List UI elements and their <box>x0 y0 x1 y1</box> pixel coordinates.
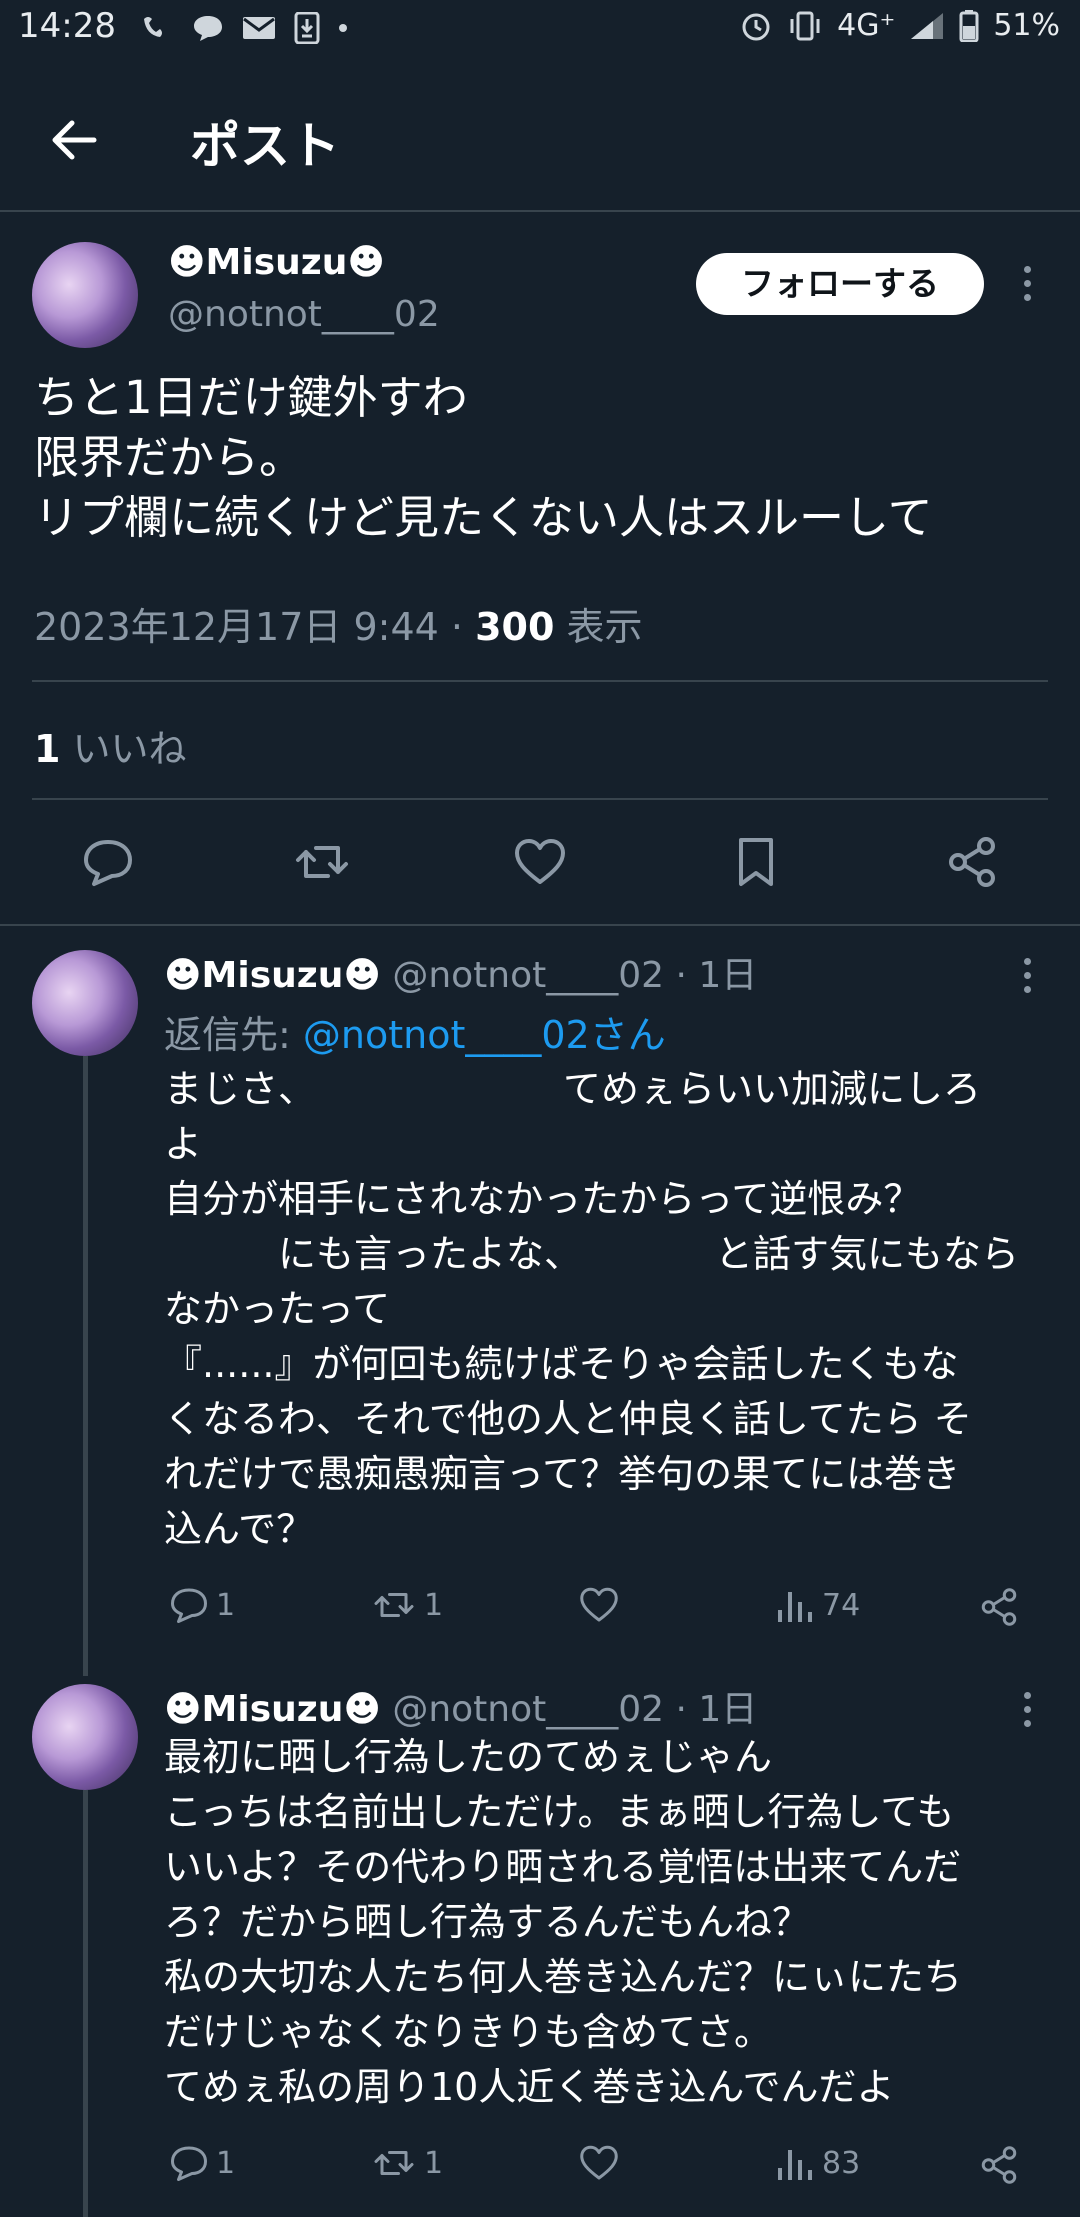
reply-count: 1 <box>216 2145 236 2181</box>
reply-line: くなるわ、それで他の人と仲良く話してたら そ <box>164 1397 972 1441</box>
share-icon[interactable] <box>978 1586 1020 1628</box>
like-button[interactable] <box>578 1584 620 1626</box>
reply-line: まじさ、 てめぇらいい加減にしろ <box>164 1067 982 1111</box>
retweet-button[interactable]: 1 <box>370 2142 443 2184</box>
author-name[interactable]: ☻Misuzu☻ <box>164 1689 381 1730</box>
view-count: 74 <box>822 1587 861 1623</box>
battery-icon <box>959 9 979 42</box>
divider <box>32 680 1048 682</box>
notification-icons <box>140 12 348 44</box>
retweet-icon[interactable] <box>294 834 350 890</box>
author-handle[interactable]: @notnot____02 <box>168 294 440 335</box>
reply-line: 自分が相手にされなかったからって逆恨み？ <box>164 1177 922 1221</box>
reply-icon <box>171 2146 207 2181</box>
thread-line <box>83 1790 88 2217</box>
share-icon[interactable] <box>978 2144 1020 2186</box>
system-icons: 4G⁺ 51% <box>739 8 1060 43</box>
reply-line: 私の大切な人たち何人巻き込んだ？にぃにたち <box>164 1955 963 1999</box>
alarm-icon <box>742 13 770 40</box>
reply-count: 1 <box>216 1587 236 1623</box>
vibrate-icon <box>790 11 820 40</box>
author-handle-time: @notnot____02 · 1日 <box>380 955 758 996</box>
reply-button[interactable]: 1 <box>168 1584 235 1626</box>
post-line: 限界だから。 <box>34 431 305 484</box>
network-type: 4G⁺ <box>837 8 896 43</box>
post-timestamp: 2023年12月17日 9:44 · <box>34 605 476 649</box>
reply-line: にも言ったよな、 と話す気にもなら <box>164 1232 1020 1276</box>
bookmark-icon[interactable] <box>728 834 784 890</box>
reply-line: ろ？だから晒し行為するんだもんね？ <box>164 1900 811 1944</box>
author-handle-time: @notnot____02 · 1日 <box>380 1689 758 1730</box>
post-line: ちと1日だけ鍵外すわ <box>34 371 468 424</box>
share-icon[interactable] <box>944 834 1000 890</box>
likes-summary[interactable]: 1 いいね <box>34 718 187 773</box>
post-line: リプ欄に続くけど見たくない人はスルーして <box>34 491 933 544</box>
follow-button[interactable]: フォローする <box>696 253 984 315</box>
reply-line: 最初に晒し行為したのてめぇじゃん <box>164 1735 773 1779</box>
reply-to-handle[interactable]: @notnot____02さん <box>303 1013 666 1057</box>
reply-to: 返信先: @notnot____02さん <box>164 1004 666 1059</box>
thread-line <box>83 1056 88 1676</box>
reply-line: 『......』が何回も続けばそりゃ会話したくもな <box>164 1342 959 1386</box>
views-button[interactable]: 83 <box>776 2142 860 2184</box>
status-bar: 14:28 4G⁺ 51% <box>0 0 1080 62</box>
reply-line: いいよ？その代わり晒される覚悟は出来てんだ <box>164 1845 962 1889</box>
reply-text: 最初に晒し行為したのてめぇじゃん こっちは名前出しただけ。まぁ晒し行為しても い… <box>164 1730 1064 2115</box>
like-count: 1 <box>34 727 61 771</box>
more-icon[interactable] <box>1022 958 1034 1000</box>
reply-line: れだけで愚痴愚痴言って？挙句の果てには巻き <box>164 1452 961 1496</box>
download-icon <box>294 12 320 44</box>
like-icon <box>580 1587 618 1622</box>
like-icon <box>580 2145 618 2180</box>
like-label: いいね <box>60 727 187 771</box>
retweet-count: 1 <box>424 1587 444 1623</box>
back-arrow-icon[interactable] <box>46 112 102 168</box>
like-icon[interactable] <box>512 834 568 890</box>
view-count: 83 <box>822 2145 861 2181</box>
views-button[interactable]: 74 <box>776 1584 860 1626</box>
retweet-count: 1 <box>424 2145 444 2181</box>
more-icon[interactable] <box>1022 1692 1034 1734</box>
reply-to-prefix: 返信先: <box>164 1013 303 1057</box>
view-label: 表示 <box>554 605 643 649</box>
reply-line: てめぇ私の周り10人近く巻き込んでんだよ <box>164 2065 895 2109</box>
retweet-icon <box>374 2151 414 2175</box>
post-text: ちと1日だけ鍵外すわ 限界だから。 リプ欄に続くけど見たくない人はスルーして <box>34 368 1054 548</box>
reply-button[interactable]: 1 <box>168 2142 235 2184</box>
retweet-icon <box>374 1593 414 1617</box>
reply-line: 込んで？ <box>164 1507 315 1551</box>
reply-line: なかったって <box>164 1287 391 1331</box>
avatar[interactable] <box>32 242 138 348</box>
dot-icon <box>339 24 347 32</box>
reply-line: こっちは名前出しただけ。まぁ晒し行為しても <box>164 1790 955 1834</box>
reply-header: ☻Misuzu☻ @notnot____02 · 1日 <box>164 946 757 998</box>
top-bar: ポスト <box>0 62 1080 212</box>
reply-text: まじさ、 てめぇらいい加減にしろ よ 自分が相手にされなかったからって逆恨み？ … <box>164 1062 1064 1557</box>
more-icon[interactable] <box>1022 266 1034 308</box>
views-icon <box>778 2150 812 2180</box>
views-icon <box>778 1592 812 1622</box>
divider <box>0 924 1080 926</box>
signal-icon <box>911 12 944 39</box>
battery-level: 51% <box>993 8 1060 43</box>
retweet-button[interactable]: 1 <box>370 1584 443 1626</box>
wifi-call-icon <box>144 17 162 37</box>
status-time: 14:28 <box>18 6 116 46</box>
view-count: 300 <box>475 605 555 649</box>
avatar[interactable] <box>32 950 138 1056</box>
reply-icon[interactable] <box>80 834 136 890</box>
reply-icon <box>171 1588 207 1623</box>
reply-line: だけじゃなくなりきりも含めてさ。 <box>164 2010 773 2054</box>
author-name[interactable]: ☻Misuzu☻ <box>168 242 385 283</box>
page-title: ポスト <box>190 117 340 175</box>
like-button[interactable] <box>578 2142 620 2184</box>
reply-header: ☻Misuzu☻ @notnot____02 · 1日 <box>164 1680 757 1732</box>
post-meta: 2023年12月17日 9:44 · 300 表示 <box>34 596 643 651</box>
divider <box>32 798 1048 800</box>
mail-icon <box>243 17 275 39</box>
message-icon <box>194 16 222 41</box>
reply-line: よ <box>164 1122 203 1166</box>
author-name[interactable]: ☻Misuzu☻ <box>164 955 381 996</box>
avatar[interactable] <box>32 1684 138 1790</box>
